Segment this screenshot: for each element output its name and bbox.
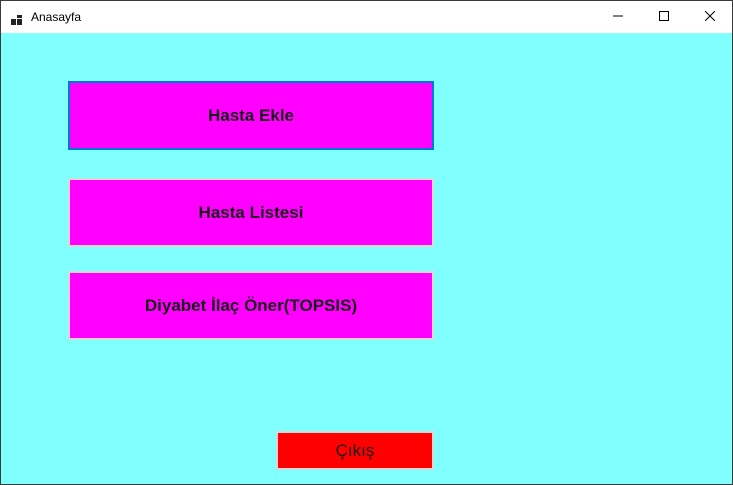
- app-window: Anasayfa Hasta Ekle Hasta Listesi Diyabe…: [0, 0, 733, 485]
- add-patient-button[interactable]: Hasta Ekle: [68, 81, 434, 150]
- minimize-button[interactable]: [595, 1, 641, 33]
- window-title: Anasayfa: [31, 10, 82, 24]
- close-icon: [704, 8, 716, 26]
- patient-list-button[interactable]: Hasta Listesi: [68, 178, 434, 247]
- main-panel: Hasta Ekle Hasta Listesi Diyabet İlaç Ön…: [1, 33, 732, 484]
- minimize-icon: [613, 8, 623, 26]
- app-icon: [11, 12, 23, 25]
- maximize-icon: [659, 8, 669, 26]
- title-bar[interactable]: Anasayfa: [1, 1, 732, 33]
- exit-button[interactable]: Çıkış: [276, 431, 434, 470]
- maximize-button[interactable]: [641, 1, 687, 33]
- topsis-recommend-button[interactable]: Diyabet İlaç Öner(TOPSIS): [68, 271, 434, 340]
- close-button[interactable]: [687, 1, 733, 33]
